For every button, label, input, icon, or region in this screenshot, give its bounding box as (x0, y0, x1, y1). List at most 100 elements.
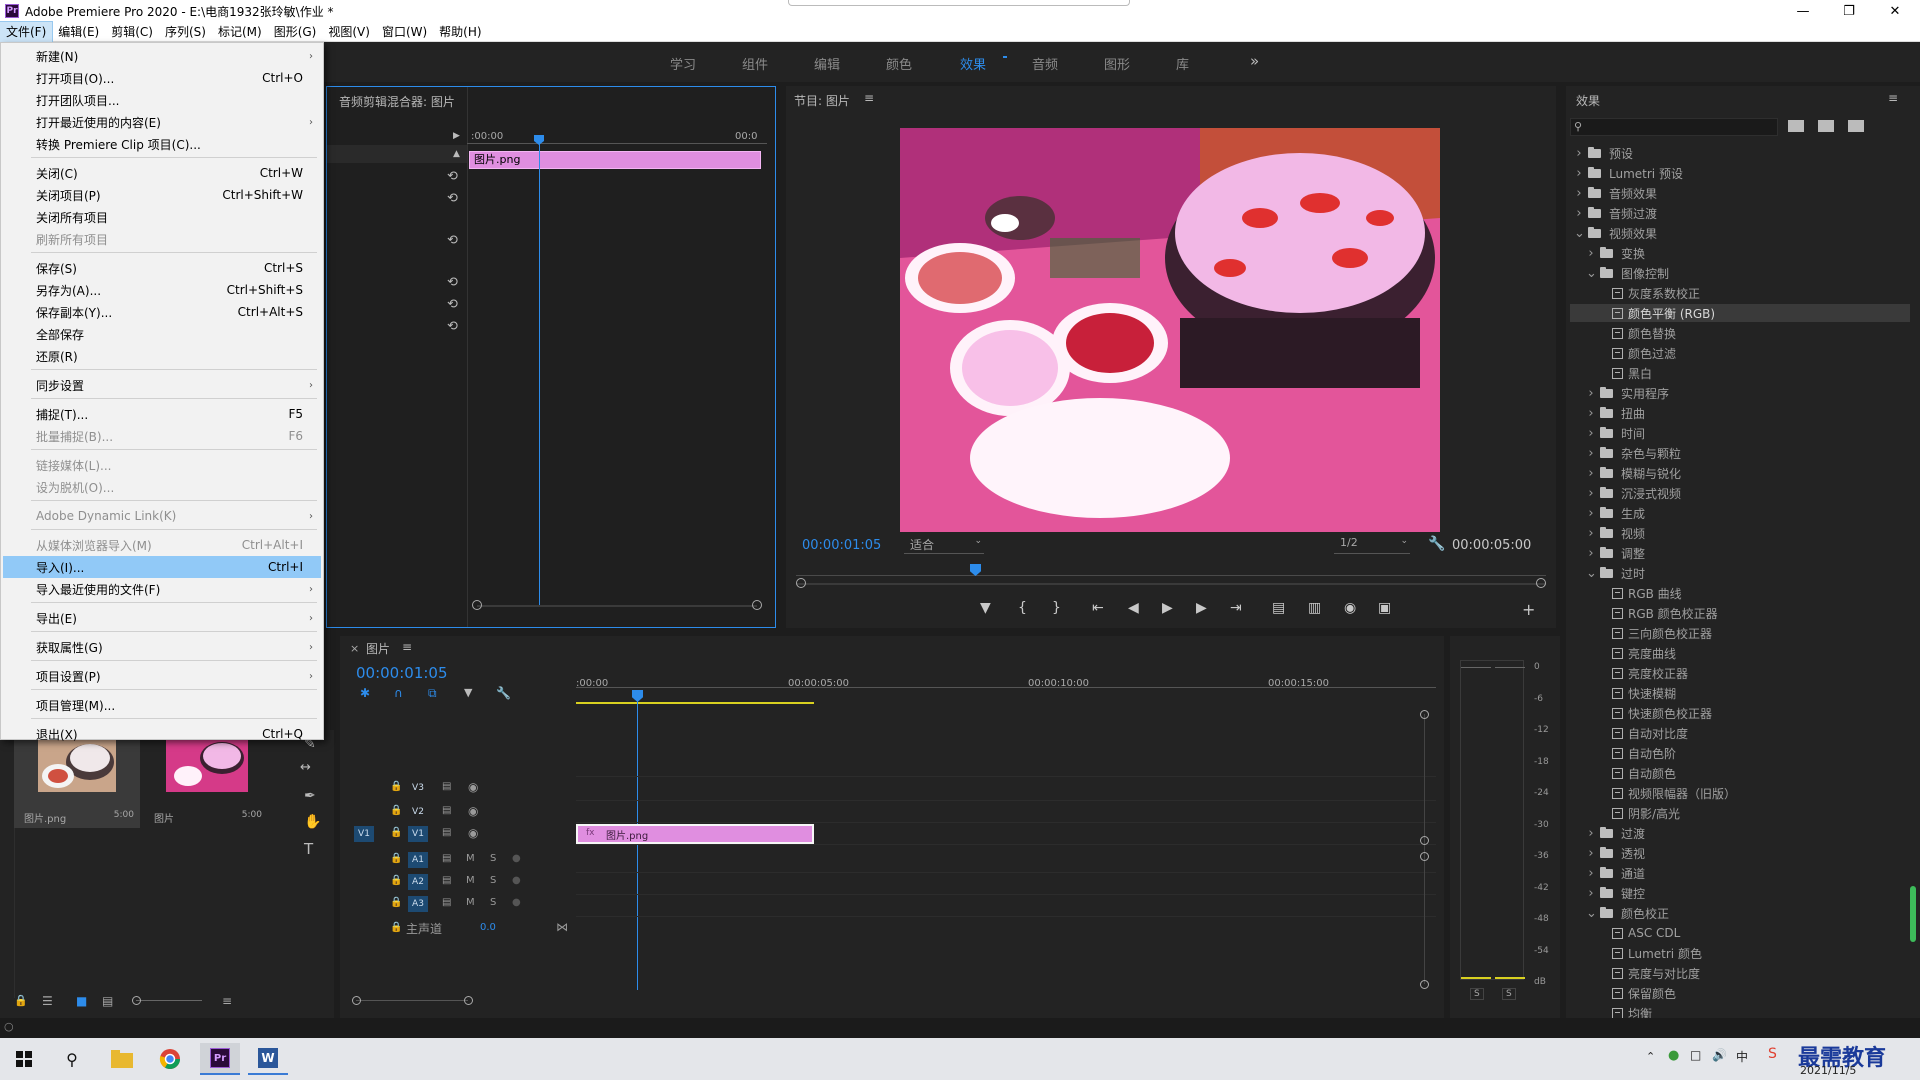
effects-folder[interactable]: ⌄ 图像控制 (1586, 264, 1886, 282)
chevron-right-icon[interactable]: › (1586, 546, 1596, 561)
mic-icon[interactable]: ● (512, 875, 521, 886)
workspace-tab[interactable]: 组件 (742, 54, 768, 73)
add-marker-icon[interactable]: ▼ (464, 686, 472, 699)
minimize-button[interactable]: — (1780, 0, 1826, 22)
chevron-down-icon[interactable]: ⌄ (1574, 226, 1585, 241)
32-bit-effects-icon[interactable] (1818, 120, 1834, 132)
file-menu-item[interactable]: 打开最近使用的内容(E) › (3, 111, 321, 133)
effects-folder[interactable]: › 透视 (1586, 844, 1886, 862)
go-to-out-icon[interactable]: ⇥ (1230, 600, 1242, 616)
chevron-right-icon[interactable]: › (1574, 166, 1584, 181)
menu-item[interactable]: 文件(F) (0, 20, 54, 43)
workspace-overflow-button[interactable]: » (1250, 52, 1259, 70)
chevron-right-icon[interactable]: › (1574, 186, 1584, 201)
mute-button[interactable]: M (466, 853, 475, 864)
chevron-right-icon[interactable]: › (1586, 426, 1596, 441)
chevron-down-icon[interactable]: ⌄ (1586, 566, 1597, 581)
effect-item[interactable]: 快速模糊 (1598, 684, 1898, 702)
windows-start-icon[interactable] (4, 1043, 44, 1075)
mark-out-icon[interactable]: } (1052, 600, 1061, 616)
network-icon[interactable]: □ (1690, 1048, 1701, 1062)
chevron-right-icon[interactable]: › (1586, 826, 1596, 841)
file-menu-item[interactable]: 导入(I)... Ctrl+I (3, 556, 321, 578)
premiere-taskbar-icon[interactable]: Pr (200, 1043, 240, 1075)
file-menu-item[interactable]: 全部保存 (3, 323, 321, 345)
solo-right-button[interactable]: S (1502, 988, 1516, 1000)
track-target[interactable]: V2 (408, 804, 428, 820)
file-menu-item[interactable]: 导入最近使用的文件(F) › (3, 578, 321, 600)
collapse-arrow-icon[interactable]: ▲ (453, 149, 460, 159)
workspace-tab[interactable]: 图形 (1104, 54, 1130, 73)
lock-icon[interactable]: 🔒 (14, 994, 28, 1007)
chevron-right-icon[interactable]: › (1586, 406, 1596, 421)
file-menu-item[interactable]: 还原(R) (3, 345, 321, 367)
accelerated-effects-icon[interactable] (1788, 120, 1804, 132)
track-target[interactable]: A1 (408, 852, 428, 868)
effect-item[interactable]: 颜色过滤 (1598, 344, 1898, 362)
effects-search-input[interactable]: ⚲ (1570, 118, 1778, 136)
menu-item[interactable]: 剪辑(C) (105, 22, 159, 42)
program-current-time[interactable]: 00:00:01:05 (802, 538, 881, 553)
menu-item[interactable]: 帮助(H) (433, 22, 487, 42)
timeline-vertical-scroll[interactable] (1424, 714, 1425, 984)
go-to-in-icon[interactable]: ⇤ (1092, 600, 1104, 616)
track-lock-icon[interactable]: 🔒 (390, 781, 402, 792)
extract-icon[interactable]: ▥ (1308, 600, 1321, 616)
menu-item[interactable]: 编辑(E) (52, 22, 105, 42)
effect-item[interactable]: 灰度系数校正 (1598, 284, 1898, 302)
workspace-tab[interactable]: 效果 (960, 54, 986, 73)
menu-item[interactable]: 序列(S) (159, 22, 212, 42)
file-menu-item[interactable]: 关闭(C) Ctrl+W (3, 162, 321, 184)
file-menu-item[interactable]: 项目设置(P) › (3, 665, 321, 687)
eye-icon[interactable]: ◉ (468, 804, 478, 818)
effects-scrollbar[interactable] (1910, 886, 1916, 942)
file-menu-item[interactable]: 关闭所有项目 (3, 206, 321, 228)
file-menu-item[interactable]: 刷新所有项目 (3, 228, 321, 250)
export-frame-icon[interactable]: ◉ (1344, 600, 1356, 616)
workspace-tab[interactable]: 音频 (1032, 54, 1058, 73)
sync-lock-icon[interactable]: ▤ (442, 805, 451, 816)
chevron-right-icon[interactable]: › (1586, 846, 1596, 861)
effects-folder[interactable]: › 过渡 (1586, 824, 1886, 842)
effects-folder[interactable]: › 模糊与锐化 (1586, 464, 1886, 482)
step-forward-icon[interactable]: ▶ (1196, 600, 1207, 616)
panel-menu-icon[interactable]: ≡ (1888, 91, 1898, 105)
track-lock-icon[interactable]: 🔒 (390, 875, 402, 886)
effects-folder[interactable]: › 调整 (1586, 544, 1886, 562)
menu-item[interactable]: 视图(V) (322, 22, 376, 42)
effects-folder[interactable]: › Lumetri 预设 (1574, 164, 1874, 182)
project-item-selected[interactable]: 图片.png 5:00 (14, 732, 140, 828)
effect-item[interactable]: 自动颜色 (1598, 764, 1898, 782)
file-menu-item[interactable]: 保存(S) Ctrl+S (3, 257, 321, 279)
add-marker-icon[interactable]: ▼ (980, 600, 991, 616)
timeline-current-time[interactable]: 00:00:01:05 (356, 664, 448, 682)
hand-tool-icon[interactable]: ✋ (304, 814, 321, 830)
yuv-effects-icon[interactable] (1848, 120, 1864, 132)
linked-selection-icon[interactable]: ⧉ (428, 686, 437, 701)
track-target[interactable]: V1 (408, 826, 428, 842)
reset-icon[interactable]: ⟲ (447, 319, 458, 334)
timeline-horizontal-scroll[interactable] (356, 1000, 468, 1001)
menu-item[interactable]: 窗口(W) (376, 22, 433, 42)
effect-item[interactable]: 颜色平衡 (RGB) (1570, 304, 1910, 322)
solo-button[interactable]: S (490, 853, 496, 864)
file-explorer-icon[interactable] (102, 1043, 142, 1075)
effect-item[interactable]: 黑白 (1598, 364, 1898, 382)
go-to-end-icon[interactable]: ⋈ (556, 920, 568, 934)
sync-lock-icon[interactable]: ▤ (442, 875, 451, 886)
effects-folder[interactable]: › 时间 (1586, 424, 1886, 442)
effects-folder[interactable]: › 扭曲 (1586, 404, 1886, 422)
zoom-scrollbar[interactable] (477, 605, 757, 607)
work-area-bar[interactable] (576, 702, 814, 704)
workspace-tab[interactable]: 学习 (670, 54, 696, 73)
word-taskbar-icon[interactable]: W (248, 1043, 288, 1075)
close-button[interactable]: ✕ (1872, 0, 1918, 22)
file-menu-item[interactable]: 新建(N) › (3, 45, 321, 67)
track-lock-icon[interactable]: 🔒 (390, 805, 402, 816)
solo-button[interactable]: S (490, 897, 496, 908)
panel-menu-icon[interactable]: ≡ (402, 640, 412, 654)
chevron-right-icon[interactable]: › (1586, 466, 1596, 481)
chevron-right-icon[interactable]: › (1586, 386, 1596, 401)
ime-indicator[interactable]: 中 (1736, 1048, 1748, 1065)
sogou-icon[interactable]: S (1768, 1046, 1777, 1062)
